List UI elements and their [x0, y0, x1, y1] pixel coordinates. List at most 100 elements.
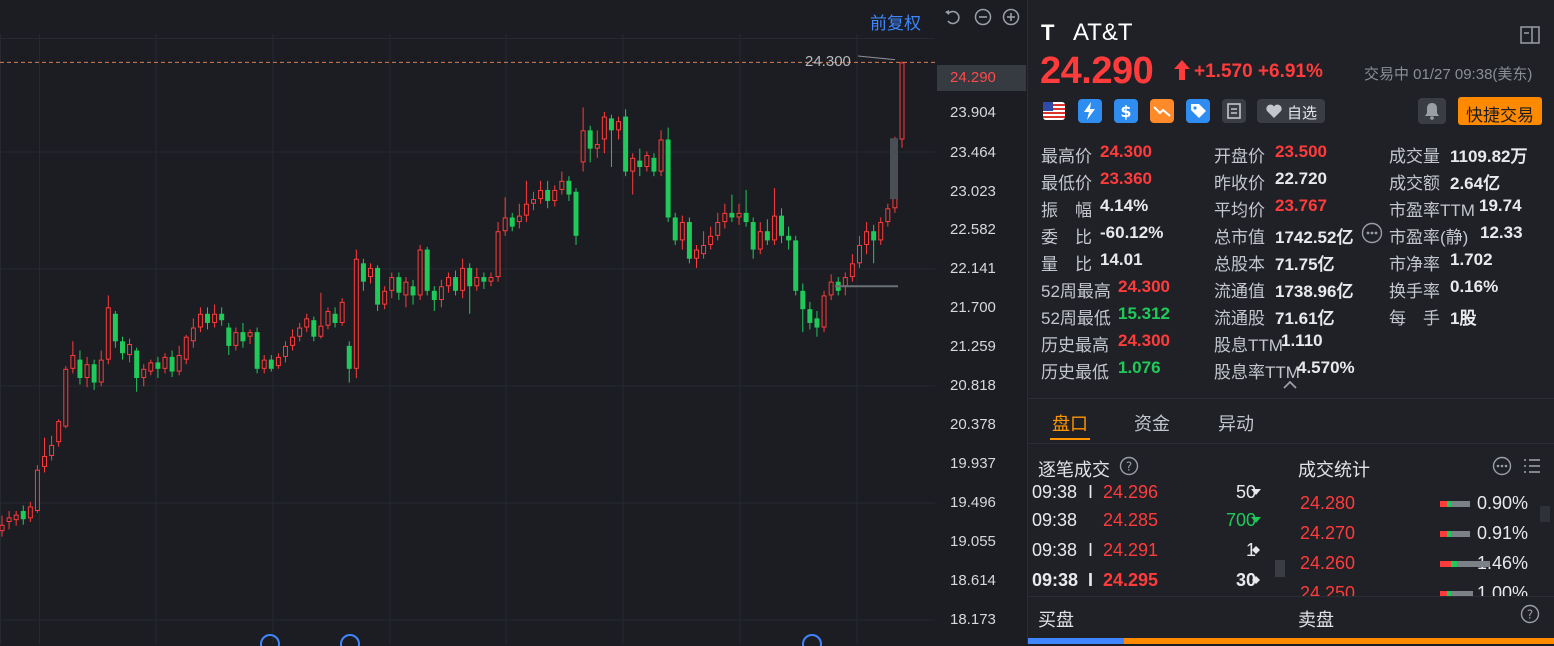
price-axis-label: 19.496	[950, 494, 996, 511]
quick-trade-button[interactable]: 快捷交易	[1458, 97, 1542, 125]
price-axis-label: 18.173	[950, 611, 996, 628]
candle-body	[616, 121, 622, 131]
candle-body	[148, 362, 154, 372]
price-axis-label: 18.614	[950, 572, 996, 589]
volume-stats-title: 成交统计	[1298, 460, 1370, 480]
stat-value: 1股	[1450, 309, 1477, 328]
zoom-out-icon[interactable]	[974, 8, 992, 26]
stat-value: 1.110	[1281, 331, 1323, 350]
candle-body	[155, 362, 161, 369]
undo-icon[interactable]	[944, 8, 962, 26]
stat-label: 委 比	[1041, 228, 1092, 247]
volume-scrollbar[interactable]	[1540, 506, 1550, 522]
buy-ratio-bar	[1028, 638, 1124, 644]
candle-body	[715, 222, 721, 236]
peak-leader-line	[857, 55, 896, 61]
candle-body	[247, 332, 253, 337]
candle-body	[594, 144, 600, 149]
candle-body	[396, 277, 402, 293]
collapse-caret-icon[interactable]	[1282, 380, 1298, 390]
volume-stat-row[interactable]: 24.260 1.46%	[1298, 553, 1554, 579]
add-watchlist-button[interactable]: 自选	[1257, 99, 1325, 123]
peak-price-label: 24.300	[805, 53, 851, 70]
candle-body	[77, 359, 83, 378]
candle-body	[410, 286, 416, 296]
help-icon[interactable]: ?	[1119, 456, 1139, 476]
chart-pane[interactable]: 前复权 24.290 24.300 23.904 23.464 23.023 22.5…	[0, 0, 1027, 646]
tab-order-book[interactable]: 盘口	[1052, 410, 1088, 436]
candle-body	[282, 345, 288, 357]
overlay-bar	[890, 138, 898, 200]
candle-body	[325, 311, 331, 326]
stat-value: 4.14%	[1100, 196, 1149, 215]
candle-body	[658, 139, 664, 172]
stat-label: 历史最低	[1041, 363, 1109, 382]
list-settings-icon[interactable]	[1522, 456, 1542, 476]
candle-body	[701, 244, 707, 255]
stat-label: 最低价	[1041, 174, 1092, 193]
lightning-icon[interactable]	[1078, 99, 1102, 123]
price-axis-label: 19.055	[950, 533, 996, 550]
stat-value: 1109.82万	[1450, 147, 1528, 166]
candle-body	[197, 313, 203, 328]
stat-label: 总股本	[1214, 255, 1265, 274]
last-price: 24.290	[1040, 50, 1154, 92]
help-icon[interactable]: ?	[1520, 604, 1540, 624]
volume-stat-row[interactable]: 24.270 0.91%	[1298, 523, 1554, 549]
volume-stats-list[interactable]: 24.280 0.90% 24.270 0.91% 24.260 1.46% 24.250 1…	[1028, 490, 1554, 596]
volume-price: 24.260	[1300, 553, 1356, 573]
candle-body	[538, 189, 544, 200]
candle-body	[98, 359, 104, 383]
volume-pct: 1.00%	[1476, 583, 1528, 596]
sell-ratio-bar	[1124, 638, 1554, 644]
candle-body	[254, 332, 260, 369]
candlestick-chart[interactable]	[0, 0, 1027, 644]
stat-value: 4.570%	[1297, 358, 1355, 377]
volume-bar	[1440, 531, 1470, 537]
stat-value: 71.61亿	[1275, 309, 1335, 328]
more-options-icon[interactable]	[1361, 222, 1383, 244]
zoom-in-icon[interactable]	[1002, 8, 1020, 26]
trend-down-icon[interactable]	[1150, 99, 1174, 123]
candle-body	[346, 345, 352, 369]
more-options-icon[interactable]	[1492, 456, 1512, 476]
dollar-icon[interactable]: $	[1114, 99, 1138, 123]
stat-value: -60.12%	[1100, 223, 1164, 242]
candle-body	[502, 217, 508, 232]
candle-body	[389, 277, 395, 291]
layout-toggle-icon[interactable]	[1520, 26, 1540, 44]
tag-icon[interactable]	[1186, 99, 1210, 123]
candle-body	[679, 222, 685, 241]
candle-body	[360, 263, 366, 282]
alert-button[interactable]	[1418, 98, 1446, 124]
candle-body	[694, 249, 699, 259]
candle-body	[708, 235, 714, 245]
stat-label: 开盘价	[1214, 147, 1265, 166]
stat-label: 市盈率(静)	[1389, 228, 1469, 247]
candle-body	[729, 212, 735, 218]
candle-body	[438, 286, 444, 301]
candle-body	[531, 199, 536, 204]
stat-value: 0.16%	[1450, 277, 1499, 296]
notes-icon[interactable]	[1222, 99, 1246, 123]
tab-unusual[interactable]: 异动	[1218, 410, 1254, 436]
volume-bar	[1440, 561, 1490, 567]
candle-body	[169, 356, 175, 372]
svg-text:?: ?	[1527, 608, 1533, 622]
candle-body	[261, 359, 267, 369]
candle-body	[382, 290, 388, 305]
tab-capital[interactable]: 资金	[1134, 410, 1170, 436]
candle-body	[481, 277, 487, 282]
price-axis-label: 20.818	[950, 377, 996, 394]
stat-value: 24.300	[1118, 331, 1170, 350]
volume-stat-row[interactable]: 24.280 0.90%	[1298, 493, 1554, 519]
candle-body	[205, 313, 210, 323]
stat-label: 成交额	[1389, 174, 1440, 193]
candle-body	[0, 524, 5, 532]
candle-body	[552, 189, 558, 201]
volume-stat-row[interactable]: 24.250 1.00%	[1298, 583, 1554, 596]
us-flag-icon[interactable]	[1042, 99, 1066, 123]
candle-body	[587, 130, 593, 149]
stat-label: 成交量	[1389, 147, 1440, 166]
adjust-price-toggle[interactable]: 前复权	[870, 9, 921, 34]
